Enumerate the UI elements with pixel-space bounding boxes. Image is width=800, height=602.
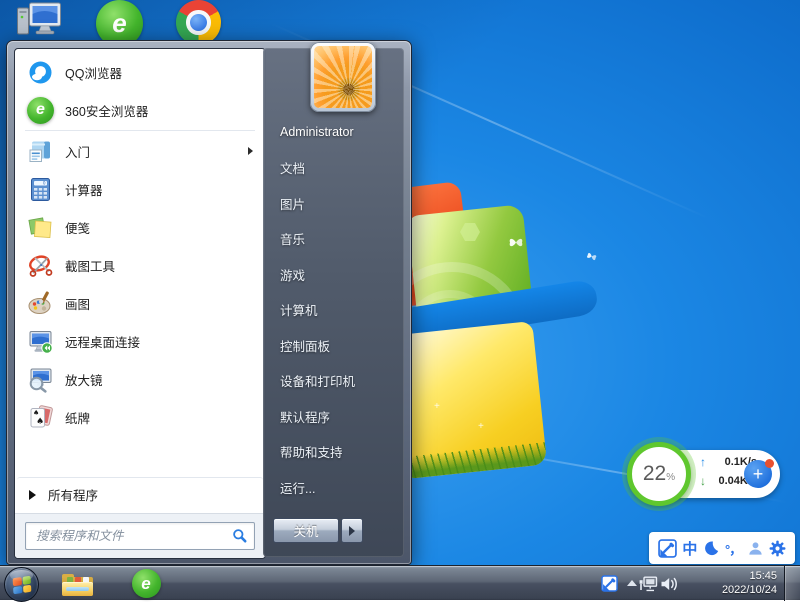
butterfly-icon [508, 236, 524, 254]
all-programs-label: 所有程序 [48, 485, 98, 504]
menu-item-label: 入门 [65, 142, 90, 161]
flag-yellow-pane [391, 321, 547, 479]
search-strip [15, 513, 265, 558]
ime-logo-icon[interactable] [658, 539, 677, 558]
taskbar-clock[interactable]: 15:45 2022/10/24 [722, 569, 777, 597]
sparkle-decoration: + [478, 422, 484, 432]
menu-item-label: 远程桌面连接 [65, 332, 140, 351]
start-menu: QQ浏览器 e 360安全浏览器 [6, 40, 412, 565]
user-account-icon[interactable] [747, 540, 764, 557]
start-menu-right-panel: Administrator 文档 图片 音乐 游戏 计算机 控制面板 设备和打印… [263, 48, 404, 557]
menu-item-default-programs[interactable]: 默认程序 [263, 399, 404, 435]
punctuation-toggle[interactable]: °， [725, 539, 741, 558]
menu-item-label: 截图工具 [65, 256, 115, 275]
clock-date: 2022/10/24 [722, 583, 777, 597]
menu-item-help-support[interactable]: 帮助和支持 [263, 434, 404, 470]
getting-started-icon [27, 138, 54, 165]
shutdown-button[interactable]: 关机 [273, 518, 339, 543]
grass-decoration [404, 442, 548, 479]
qq-browser-icon [27, 59, 54, 86]
search-box [25, 522, 255, 550]
snipping-tool-icon [27, 252, 54, 279]
user-avatar[interactable] [310, 42, 376, 112]
menu-item-sticky-notes[interactable]: 便笺 [17, 208, 263, 246]
menu-item-calculator[interactable]: 0 计算器 [17, 170, 263, 208]
taskbar-explorer-button[interactable] [58, 569, 98, 598]
show-hidden-icons-button[interactable] [627, 580, 637, 586]
avatar-flower-image [314, 46, 372, 108]
volume-tray-icon[interactable] [660, 566, 680, 601]
taskbar-360-browser-button[interactable]: e [126, 569, 166, 598]
download-arrow-icon: ↓ [700, 474, 706, 488]
input-method-bar: 中 °， [649, 532, 795, 564]
menu-item-documents[interactable]: 文档 [263, 150, 404, 186]
menu-item-getting-started[interactable]: 入门 [17, 132, 263, 170]
memory-percent-value: 22 [643, 462, 666, 486]
svg-text:♠: ♠ [36, 417, 44, 427]
search-input[interactable] [34, 528, 232, 544]
menu-item-solitaire[interactable]: ♠ ♠ 纸牌 [17, 398, 263, 436]
user-name: Administrator [280, 125, 354, 139]
shutdown-options-button[interactable] [341, 518, 363, 543]
chinese-mode-toggle[interactable]: 中 [682, 538, 697, 559]
start-button[interactable] [4, 567, 39, 602]
svg-text:0: 0 [43, 180, 46, 185]
360-browser-icon: e [132, 569, 161, 598]
sparkle-decoration: + [434, 402, 440, 412]
360-browser-icon: e [27, 97, 54, 124]
menu-item-snipping-tool[interactable]: 截图工具 [17, 246, 263, 284]
menu-item-games[interactable]: 游戏 [263, 257, 404, 293]
submenu-arrow-icon [248, 147, 253, 155]
windows-flag-icon [12, 575, 31, 593]
svg-text:♠: ♠ [33, 409, 39, 417]
fullwidth-moon-icon[interactable] [703, 540, 720, 557]
menu-item-label: 计算器 [65, 180, 103, 199]
menu-item-label: QQ浏览器 [65, 63, 122, 82]
search-icon[interactable] [232, 528, 248, 544]
percent-sign: % [666, 472, 675, 483]
menu-item-devices-printers[interactable]: 设备和打印机 [263, 363, 404, 399]
menu-item-magnifier[interactable]: 放大镜 [17, 360, 263, 398]
sticky-notes-icon [27, 214, 54, 241]
menu-item-music[interactable]: 音乐 [263, 221, 404, 257]
memory-usage-ball[interactable]: 22 % [627, 442, 691, 506]
taskbar: e 15:45 2022/10/24 [0, 565, 800, 600]
explorer-folder-icon [62, 571, 94, 597]
start-menu-left-panel: QQ浏览器 e 360安全浏览器 [14, 48, 266, 559]
butterfly-icon [583, 247, 599, 268]
show-desktop-button[interactable] [784, 566, 800, 601]
menu-item-qq-browser[interactable]: QQ浏览器 [17, 53, 263, 91]
desktop-icon-chrome[interactable] [176, 0, 221, 45]
menu-separator [25, 130, 255, 131]
remote-desktop-icon [27, 328, 54, 355]
menu-item-label: 纸牌 [65, 408, 90, 427]
menu-item-run[interactable]: 运行... [263, 470, 404, 506]
menu-item-remote-desktop[interactable]: 远程桌面连接 [17, 322, 263, 360]
paint-icon [27, 290, 54, 317]
shutdown-arrow-icon [349, 526, 355, 536]
menu-item-label: 360安全浏览器 [65, 101, 148, 120]
menu-item-label: 便笺 [65, 218, 90, 237]
menu-item-label: 放大镜 [65, 370, 103, 389]
magnifier-icon [27, 366, 54, 393]
program-list: QQ浏览器 e 360安全浏览器 [17, 53, 263, 436]
notification-dot [765, 459, 774, 468]
menu-item-computer[interactable]: 计算机 [263, 292, 404, 328]
menu-item-label: 画图 [65, 294, 90, 313]
shutdown-row: 关机 [273, 518, 363, 543]
settings-gear-icon[interactable] [769, 540, 786, 557]
upload-arrow-icon: ↑ [700, 455, 706, 469]
tray-input-method-icon[interactable] [601, 566, 618, 601]
right-panel-list: 文档 图片 音乐 游戏 计算机 控制面板 设备和打印机 默认程序 帮助和支持 运… [263, 150, 404, 505]
all-programs-button[interactable]: 所有程序 [17, 477, 263, 511]
solitaire-icon: ♠ ♠ [27, 404, 54, 431]
menu-item-paint[interactable]: 画图 [17, 284, 263, 322]
network-tray-icon[interactable] [639, 566, 658, 601]
clock-time: 15:45 [722, 569, 777, 583]
menu-item-control-panel[interactable]: 控制面板 [263, 328, 404, 364]
all-programs-arrow-icon [29, 490, 36, 500]
menu-item-360-browser[interactable]: e 360安全浏览器 [17, 91, 263, 129]
menu-item-pictures[interactable]: 图片 [263, 186, 404, 222]
calculator-icon: 0 [27, 176, 54, 203]
